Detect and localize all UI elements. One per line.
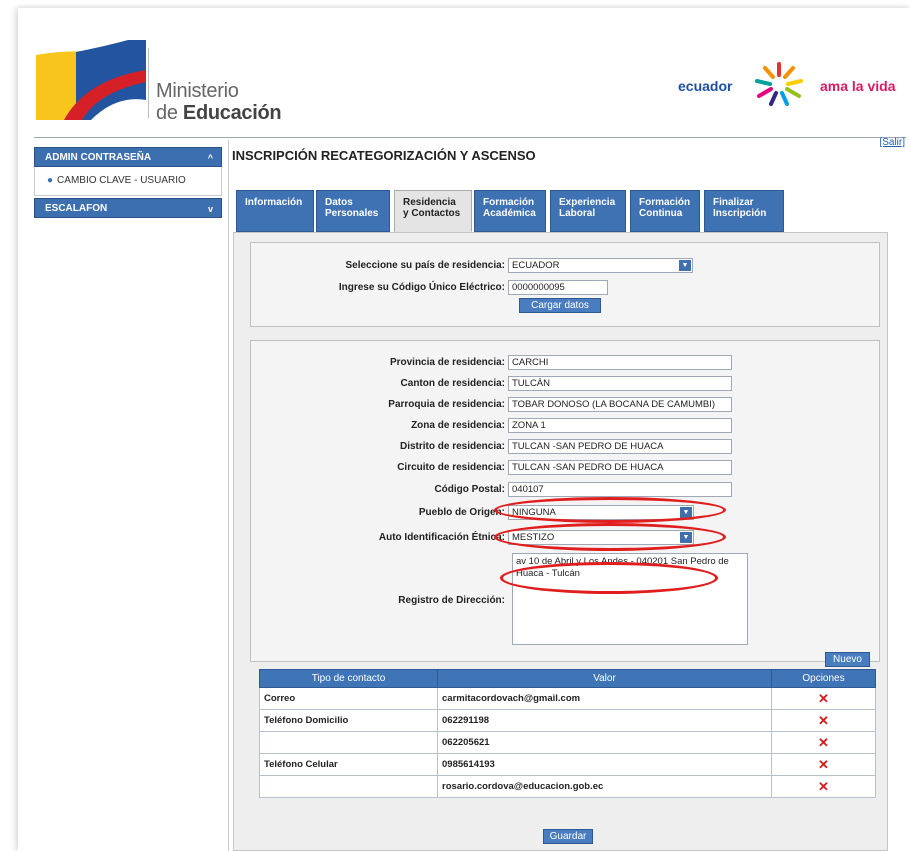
table-row: rosario.cordova@educacion.gob.ec ✕: [259, 775, 876, 798]
distrito-input[interactable]: TULCAN -SAN PEDRO DE HUACA: [508, 439, 732, 454]
tab-label: Datos: [325, 197, 353, 208]
contact-type-cell: [259, 731, 438, 754]
contact-type-cell: Teléfono Celular: [259, 753, 438, 776]
canton-input[interactable]: TULCÁN: [508, 376, 732, 391]
table-row: Teléfono Celular 0985614193 ✕: [259, 753, 876, 776]
tab-residencia-contactos[interactable]: Residencia y Contactos: [394, 190, 472, 232]
sidebar-section-admin[interactable]: ADMIN CONTRASEÑA ^: [34, 147, 222, 167]
sidebar-section-escalafon[interactable]: ESCALAFON v: [34, 198, 222, 218]
contact-type-cell: [259, 775, 438, 798]
delete-icon[interactable]: ✕: [771, 753, 876, 776]
contacts-table: Tipo de contacto Valor Opciones Correo c…: [259, 669, 876, 798]
tab-label: y Contactos: [403, 208, 461, 219]
contact-type-cell: Teléfono Domicilio: [259, 709, 438, 732]
tab-label: Laboral: [559, 208, 596, 219]
contact-value-cell: 0985614193: [437, 753, 772, 776]
highlight-oval-pueblo: [494, 497, 726, 523]
tab-experiencia-laboral[interactable]: Experiencia Laboral: [550, 190, 626, 232]
provincia-input[interactable]: CARCHI: [508, 355, 732, 370]
code-input[interactable]: 0000000095: [508, 280, 608, 295]
circuito-input[interactable]: TULCAN -SAN PEDRO DE HUACA: [508, 460, 732, 475]
brand-ecuador-text: ecuador: [678, 78, 733, 94]
tab-informacion[interactable]: Información: [236, 190, 314, 232]
highlight-oval-etnia: [494, 523, 726, 551]
table-row: Correo carmitacordovach@gmail.com ✕: [259, 687, 876, 710]
logo-divider: [148, 48, 149, 118]
country-select[interactable]: ECUADOR ▼: [508, 258, 693, 273]
sidebar-section-label: ADMIN CONTRASEÑA: [45, 152, 152, 163]
delete-icon[interactable]: ✕: [771, 709, 876, 732]
table-header-row: Tipo de contacto Valor Opciones: [259, 669, 876, 688]
delete-icon[interactable]: ✕: [771, 687, 876, 710]
dropdown-arrow-icon: ▼: [679, 260, 691, 271]
column-header-valor: Valor: [437, 669, 772, 688]
canton-label: Canton de residencia:: [400, 378, 505, 389]
parroquia-label: Parroquia de residencia:: [388, 399, 505, 410]
codigo-postal-label: Código Postal:: [434, 484, 505, 495]
highlight-oval-address: [500, 562, 718, 594]
provincia-label: Provincia de residencia:: [389, 357, 505, 368]
ecuador-brand: ecuador ama la vida: [678, 62, 908, 106]
tab-label: Personales: [325, 208, 379, 219]
table-row: Teléfono Domicilio 062291198 ✕: [259, 709, 876, 732]
distrito-label: Distrito de residencia:: [399, 441, 505, 452]
zona-label: Zona de residencia:: [411, 420, 505, 431]
parroquia-input[interactable]: TOBAR DONOSO (LA BOCANA DE CAMUMBI): [508, 397, 732, 412]
delete-icon[interactable]: ✕: [771, 775, 876, 798]
ministry-flag-logo: [36, 40, 146, 120]
sidebar-section-label: ESCALAFON: [45, 203, 108, 214]
column-header-opciones: Opciones: [771, 669, 876, 688]
tab-label: Información: [245, 197, 303, 208]
sidebar-item-cambio-clave[interactable]: ● CAMBIO CLAVE - USUARIO: [47, 175, 186, 186]
new-contact-button[interactable]: Nuevo: [825, 652, 870, 667]
chevron-down-icon: v: [207, 204, 213, 214]
country-select-value: ECUADOR: [512, 260, 560, 271]
code-label: Ingrese su Código Único Eléctrico:: [338, 282, 505, 293]
delete-icon[interactable]: ✕: [771, 731, 876, 754]
tab-formacion-academica[interactable]: Formación Académica: [474, 190, 546, 232]
sidebar-submenu: ● CAMBIO CLAVE - USUARIO: [34, 167, 222, 196]
page-title: INSCRIPCIÓN RECATEGORIZACIÓN Y ASCENSO: [232, 148, 536, 163]
tab-label: Experiencia: [559, 197, 616, 208]
sidebar-item-label: CAMBIO CLAVE - USUARIO: [57, 175, 186, 186]
codigo-postal-input[interactable]: 040107: [508, 482, 732, 497]
table-row: 062205621 ✕: [259, 731, 876, 754]
ministry-name-line2: de Educación: [156, 102, 282, 124]
sidebar-divider: [228, 140, 229, 851]
tab-datos-personales[interactable]: Datos Personales: [316, 190, 390, 232]
load-data-button[interactable]: Cargar datos: [519, 298, 601, 313]
ministry-name-line1: Ministerio: [156, 80, 239, 102]
tab-formacion-continua[interactable]: Formación Continua: [630, 190, 700, 232]
tab-label: Formación: [483, 197, 535, 208]
logout-link[interactable]: [Salir]: [879, 137, 905, 148]
chevron-up-icon: ^: [207, 153, 213, 163]
contact-value-cell: carmitacordovach@gmail.com: [437, 687, 772, 710]
circuito-label: Circuito de residencia:: [397, 462, 505, 473]
tab-label: Finalizar: [713, 197, 754, 208]
etnia-label: Auto Identificación Étnica:: [378, 532, 505, 543]
tab-label: Residencia: [403, 197, 456, 208]
pueblo-label: Pueblo de Origen:: [418, 507, 505, 518]
save-button[interactable]: Guardar: [543, 829, 593, 844]
contact-value-cell: rosario.cordova@educacion.gob.ec: [437, 775, 772, 798]
contact-value-cell: 062205621: [437, 731, 772, 754]
address-label: Registro de Dirección:: [398, 595, 505, 606]
tab-label: Inscripción: [713, 208, 767, 219]
tab-label: Formación: [639, 197, 691, 208]
sun-logo-icon: [755, 62, 803, 106]
bullet-icon: ●: [47, 175, 54, 186]
header-divider: [34, 137, 906, 138]
contact-type-cell: Correo: [259, 687, 438, 710]
country-label: Seleccione su país de residencia:: [345, 260, 505, 271]
contact-value-cell: 062291198: [437, 709, 772, 732]
tab-finalizar-inscripcion[interactable]: Finalizar Inscripción: [704, 190, 784, 232]
tab-label: Continua: [639, 208, 683, 219]
brand-ama-la-vida-text: ama la vida: [820, 78, 896, 94]
column-header-tipo: Tipo de contacto: [259, 669, 438, 688]
tab-label: Académica: [483, 208, 536, 219]
zona-input[interactable]: ZONA 1: [508, 418, 732, 433]
